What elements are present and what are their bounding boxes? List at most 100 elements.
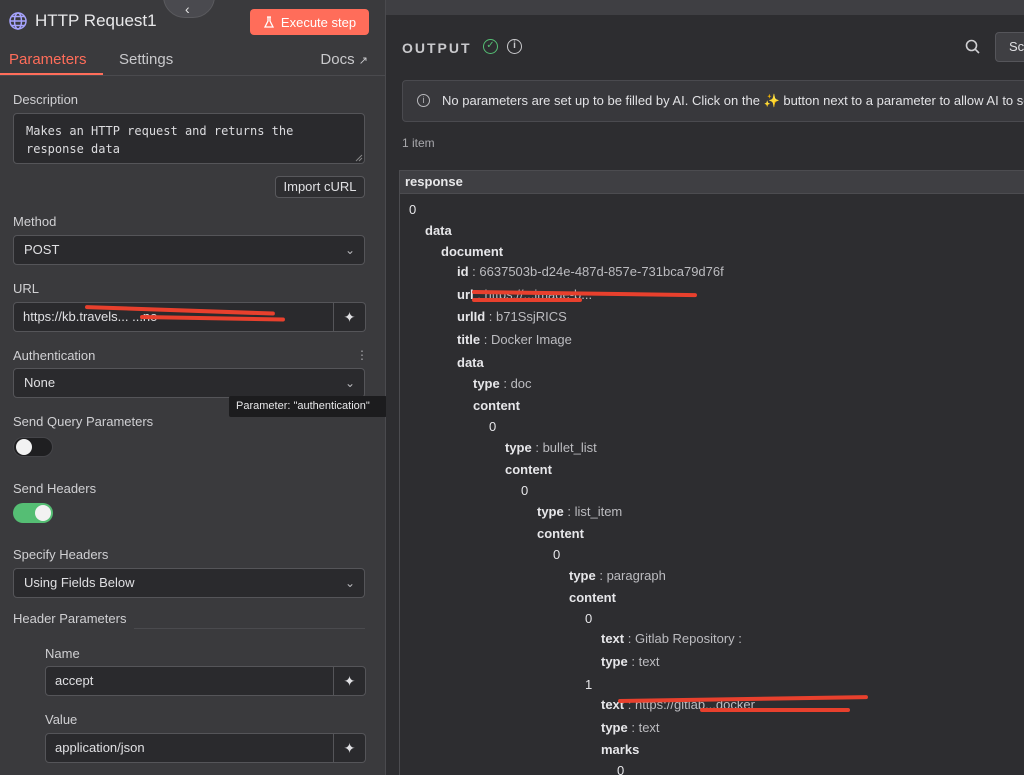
tab-settings[interactable]: Settings — [119, 51, 173, 68]
import-curl-button[interactable]: Import cURL — [275, 176, 365, 198]
info-icon: i — [417, 94, 430, 107]
json-index: 0 — [617, 763, 625, 775]
header-value-label: Value — [45, 712, 78, 727]
json-tree-row: type : paragraph — [569, 568, 666, 583]
json-key: id — [457, 264, 469, 279]
json-key: text — [601, 631, 625, 646]
json-separator: : — [468, 264, 480, 279]
output-table-body: 0 data document id : 6637503b-d24e-487d-857… — [399, 194, 1024, 775]
header-value-input[interactable]: application/json — [45, 733, 334, 763]
json-tree-row: content — [473, 398, 520, 413]
header-name-label: Name — [45, 646, 80, 661]
authentication-label: Authentication — [13, 348, 96, 363]
json-tree-row: marks — [601, 742, 639, 757]
json-index: 0 — [585, 611, 593, 626]
url-label: URL — [13, 281, 40, 296]
divider — [134, 628, 365, 629]
json-tree-row: urlId : b71SsjRICS — [457, 309, 567, 324]
json-key: marks — [601, 742, 640, 757]
json-separator: : — [531, 440, 543, 455]
json-value: paragraph — [606, 568, 666, 583]
method-select[interactable]: POST ⌄ — [13, 235, 365, 265]
authentication-select[interactable]: None ⌄ — [13, 368, 365, 398]
resize-handle-icon[interactable] — [355, 154, 363, 162]
info-icon[interactable]: i — [507, 39, 522, 54]
json-key: content — [537, 526, 584, 541]
items-count: 1 item — [402, 136, 435, 150]
ai-sparkle-button[interactable]: ✦ — [334, 302, 366, 332]
ai-sparkle-button[interactable]: ✦ — [334, 733, 366, 763]
header-parameters-label: Header Parameters — [13, 611, 127, 626]
specify-headers-select[interactable]: Using Fields Below ⌄ — [13, 568, 365, 598]
header-name-input[interactable]: accept — [45, 666, 334, 696]
json-value: b71SsjRICS — [496, 309, 567, 324]
send-query-toggle[interactable] — [13, 437, 53, 457]
json-tree-row: data — [457, 355, 484, 370]
json-key: type — [505, 440, 532, 455]
top-strip — [386, 0, 1024, 15]
json-value: Docker Image — [490, 332, 572, 347]
chevron-left-icon: ‹ — [185, 1, 190, 17]
banner-text: No parameters are set up to be filled by… — [442, 93, 1024, 108]
specify-headers-label: Specify Headers — [13, 547, 109, 562]
collapse-panel-button[interactable]: ‹ — [163, 0, 215, 18]
parameter-tooltip: Parameter: "authentication" — [229, 396, 387, 417]
send-headers-toggle[interactable] — [13, 503, 53, 523]
node-title[interactable]: HTTP Request1 — [35, 11, 157, 31]
schema-button[interactable]: Sc — [995, 32, 1024, 62]
json-tree-row: 0 — [585, 611, 592, 626]
json-separator: : — [499, 376, 511, 391]
json-separator: : — [627, 654, 639, 669]
json-separator: : — [624, 631, 635, 646]
json-index: 0 — [553, 547, 561, 562]
json-key: type — [601, 720, 628, 735]
json-separator: : — [485, 309, 497, 324]
ai-info-banner: i No parameters are set up to be filled … — [402, 80, 1024, 122]
json-index: 1 — [585, 677, 593, 692]
json-separator: : — [595, 568, 607, 583]
execute-step-label: Execute step — [280, 14, 357, 30]
json-key: data — [425, 223, 452, 238]
output-panel: OUTPUT ✓ i Sc i No parameters are set up… — [386, 0, 1024, 775]
json-tree-row: 0 — [489, 419, 496, 434]
node-header: HTTP Request1 ‹ Execute step — [0, 0, 386, 44]
sparkle-icon: ✦ — [343, 740, 356, 756]
json-value: bullet_list — [542, 440, 597, 455]
json-tree-row: title : Docker Image — [457, 332, 572, 347]
json-tree-row: content — [569, 590, 616, 605]
json-separator: : — [480, 332, 491, 347]
send-headers-label: Send Headers — [13, 481, 97, 496]
json-value: Gitlab Repository : — [634, 631, 742, 646]
search-icon[interactable] — [964, 38, 982, 56]
json-value: text — [638, 720, 660, 735]
active-tab-indicator — [0, 73, 103, 75]
ai-sparkle-button[interactable]: ✦ — [334, 666, 366, 696]
chevron-down-icon: ⌄ — [344, 243, 355, 257]
node-parameters-panel: HTTP Request1 ‹ Execute step Parameters … — [0, 0, 387, 775]
specify-headers-value: Using Fields Below — [24, 575, 135, 590]
json-key: data — [457, 355, 484, 370]
redaction-mark — [472, 298, 582, 302]
json-key: urlId — [457, 309, 486, 324]
chevron-down-icon: ⌄ — [344, 376, 355, 390]
json-tree-row: content — [505, 462, 552, 477]
json-separator: : — [563, 504, 575, 519]
json-value: 6637503b-d24e-487d-857e-731bca79d76f — [479, 264, 724, 279]
execute-step-button[interactable]: Execute step — [250, 9, 369, 35]
toggle-knob — [16, 439, 32, 455]
json-tree-row: type : text — [601, 654, 660, 669]
json-key: type — [537, 504, 564, 519]
description-textarea[interactable]: Makes an HTTP request and returns the re… — [13, 113, 365, 164]
chevron-down-icon: ⌄ — [344, 576, 355, 590]
sparkle-icon: ✦ — [343, 309, 356, 325]
authentication-value: None — [24, 375, 56, 390]
json-tree-row: text : Gitlab Repository : — [601, 631, 742, 646]
json-key: document — [441, 244, 504, 259]
json-tree-row: data — [425, 223, 452, 238]
json-separator: : — [627, 720, 639, 735]
json-key: content — [505, 462, 552, 477]
docs-link[interactable]: Docs ↗ — [320, 51, 368, 68]
more-options-icon[interactable]: ⋮ — [356, 348, 368, 362]
tab-parameters[interactable]: Parameters — [9, 51, 87, 68]
description-label: Description — [13, 92, 79, 107]
